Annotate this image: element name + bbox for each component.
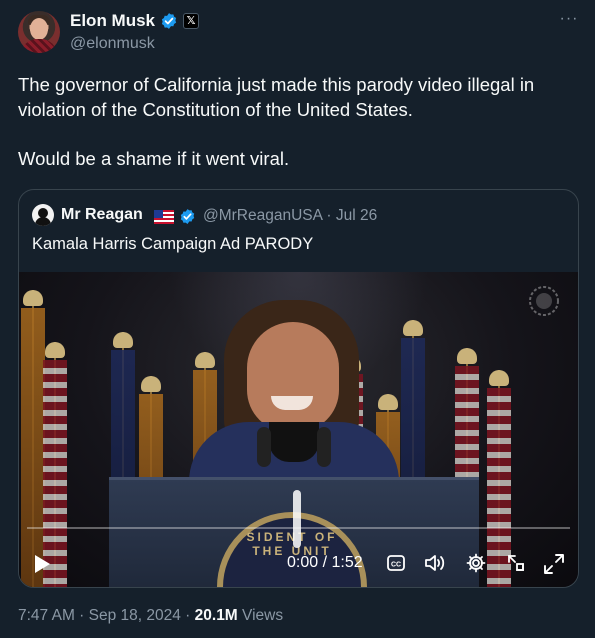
author-avatar[interactable] [18,11,60,53]
flag-image [41,342,69,587]
quoted-tweet[interactable]: Mr Reagan @MrReaganUSA · Jul 26 Kamala H… [18,189,579,588]
tweet-timestamp[interactable]: 7:47 AM · Sep 18, 2024 · [18,607,195,624]
author-handle[interactable]: @elonmusk [70,35,155,53]
us-flag-icon [154,210,174,224]
video-player[interactable]: SIDENT OF THE UNIT 0:00 / 1:52 CC [19,272,578,587]
author-name[interactable]: Elon Musk [70,11,155,31]
x-affiliation-icon[interactable]: 𝕏 [183,13,199,29]
settings-icon[interactable] [466,553,486,573]
video-time: 0:00 / 1:52 [287,554,363,571]
verified-badge-icon [161,13,177,29]
views-count: 20.1M [194,607,238,624]
play-icon[interactable] [33,554,51,574]
more-options-button[interactable]: ··· [558,8,580,30]
quoted-tweet-text: Kamala Harris Campaign Ad PARODY [32,235,314,253]
quoted-author-avatar[interactable] [32,204,54,226]
speaker-image [189,292,399,512]
fullscreen-icon[interactable] [543,553,565,575]
pip-icon[interactable] [506,553,526,573]
views-label: Views [237,607,284,624]
watermark-seal-icon [529,286,559,316]
quoted-verified-badge-icon [180,209,195,224]
quoted-handle-date[interactable]: @MrReaganUSA · Jul 26 [203,207,377,225]
tweet-text: The governor of California just made thi… [18,74,535,169]
tweet-meta: 7:47 AM · Sep 18, 2024 · 20.1M Views [18,607,283,625]
captions-icon[interactable]: CC [387,555,405,571]
svg-text:CC: CC [391,562,401,569]
volume-icon[interactable] [424,553,446,573]
quoted-author-name[interactable]: Mr Reagan [61,206,143,224]
video-scrubber-handle[interactable] [293,490,301,548]
